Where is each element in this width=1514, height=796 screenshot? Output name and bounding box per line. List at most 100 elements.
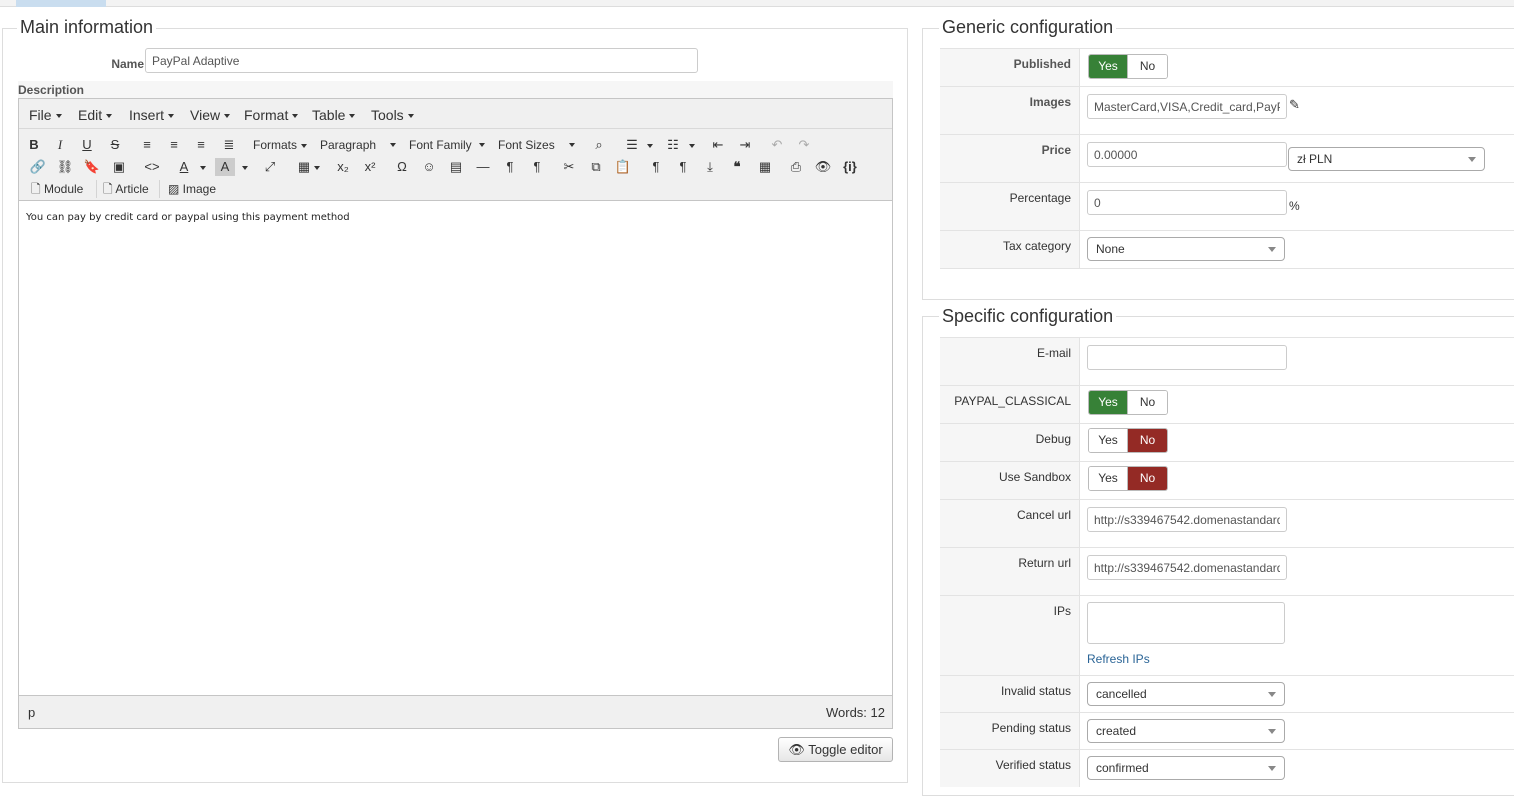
copy-icon[interactable]: ⧉: [586, 158, 606, 176]
background-color-icon[interactable]: A: [215, 158, 235, 176]
print-icon[interactable]: ⎙: [786, 158, 806, 176]
menu-file[interactable]: File: [29, 107, 62, 123]
menu-view[interactable]: View: [190, 107, 231, 123]
cancel-url-input[interactable]: [1087, 507, 1287, 532]
pending-status-select[interactable]: created: [1087, 719, 1285, 743]
use-sandbox-row: Use Sandbox Yes No: [940, 462, 1514, 500]
paypal-classical-toggle[interactable]: Yes No: [1088, 390, 1168, 415]
bullet-list-chevron-down-icon[interactable]: [646, 136, 654, 154]
insert-image-icon[interactable]: ▣: [109, 158, 129, 176]
align-center-icon[interactable]: ≡: [164, 136, 184, 154]
editor-content-area[interactable]: You can pay by credit card or paypal usi…: [19, 200, 892, 696]
currency-select[interactable]: zł PLN: [1288, 147, 1485, 171]
cut-icon[interactable]: ✂: [559, 158, 579, 176]
paypal-classical-no[interactable]: No: [1128, 391, 1167, 414]
ips-row: IPs Refresh IPs: [940, 596, 1514, 676]
module-button[interactable]: 🗋 Module: [31, 180, 83, 198]
menu-format[interactable]: Format: [244, 107, 299, 123]
find-replace-icon[interactable]: ⌕: [589, 136, 609, 154]
bullet-list-icon[interactable]: ☰: [622, 136, 642, 154]
verified-status-select[interactable]: confirmed: [1087, 756, 1285, 780]
insert-link-icon[interactable]: 🔗: [28, 158, 48, 176]
published-no[interactable]: No: [1128, 55, 1167, 78]
debug-no[interactable]: No: [1128, 429, 1167, 452]
menu-edit[interactable]: Edit: [78, 107, 113, 123]
element-path[interactable]: p: [28, 705, 35, 720]
debug-toggle[interactable]: Yes No: [1088, 428, 1168, 453]
percentage-input[interactable]: [1087, 190, 1287, 215]
emoticons-icon[interactable]: ☺: [419, 158, 439, 176]
special-character-icon[interactable]: Ω: [392, 158, 412, 176]
visual-aid-icon[interactable]: ▦: [755, 158, 775, 176]
background-color-chevron-down-icon[interactable]: [241, 158, 249, 176]
use-sandbox-yes[interactable]: Yes: [1089, 467, 1128, 490]
ltr-icon[interactable]: ¶: [500, 158, 520, 176]
published-yes[interactable]: Yes: [1089, 55, 1128, 78]
published-toggle[interactable]: Yes No: [1088, 54, 1168, 79]
email-input[interactable]: [1087, 345, 1287, 370]
font-family-dropdown[interactable]: Font Family: [409, 136, 485, 154]
source-code-icon[interactable]: <>: [142, 158, 162, 176]
paragraph-dropdown[interactable]: Paragraph: [320, 136, 396, 154]
align-left-icon[interactable]: ≡: [137, 136, 157, 154]
underline-icon[interactable]: U: [77, 136, 97, 154]
generic-configuration-legend: Generic configuration: [939, 17, 1117, 37]
undo-icon[interactable]: ↶: [767, 136, 787, 154]
active-tab[interactable]: [16, 0, 106, 7]
paragraph-mark-icon[interactable]: ¶: [646, 158, 666, 176]
debug-yes[interactable]: Yes: [1089, 429, 1128, 452]
align-right-icon[interactable]: ≡: [191, 136, 211, 154]
percentage-label: Percentage: [1009, 191, 1071, 205]
superscript-icon[interactable]: x²: [360, 158, 380, 176]
menu-insert[interactable]: Insert: [129, 107, 175, 123]
preview-icon[interactable]: 👁: [813, 158, 833, 176]
images-row: Images ✎: [940, 87, 1514, 135]
paypal-classical-label: PAYPAL_CLASSICAL: [954, 394, 1071, 408]
font-sizes-dropdown[interactable]: Font Sizes: [498, 136, 575, 154]
unlink-icon[interactable]: ⛓: [55, 158, 75, 176]
subscript-icon[interactable]: x₂: [333, 158, 353, 176]
table-chevron-down-icon[interactable]: [313, 158, 321, 176]
text-color-chevron-down-icon[interactable]: [199, 158, 207, 176]
ips-textarea[interactable]: [1087, 602, 1285, 644]
name-input[interactable]: [145, 48, 698, 73]
media-icon[interactable]: ▤: [446, 158, 466, 176]
menu-tools[interactable]: Tools: [371, 107, 414, 123]
outdent-icon[interactable]: ⇤: [708, 136, 728, 154]
formats-dropdown[interactable]: Formats: [253, 136, 308, 154]
paypal-classical-yes[interactable]: Yes: [1089, 391, 1128, 414]
fullscreen-icon[interactable]: ⤢: [260, 158, 280, 176]
toggle-editor-button[interactable]: 👁 Toggle editor: [778, 737, 893, 762]
menu-table[interactable]: Table: [312, 107, 356, 123]
strikethrough-icon[interactable]: S: [105, 136, 125, 154]
images-input[interactable]: [1087, 94, 1287, 119]
use-sandbox-no[interactable]: No: [1128, 467, 1167, 490]
code-sample-icon[interactable]: {i}: [840, 158, 860, 176]
invalid-status-select[interactable]: cancelled: [1087, 682, 1285, 706]
numbered-list-icon[interactable]: ☷: [663, 136, 683, 154]
align-justify-icon[interactable]: ≣: [219, 136, 239, 154]
bookmark-icon[interactable]: 🔖: [82, 158, 102, 176]
blockquote-icon[interactable]: ❝: [727, 158, 747, 176]
image-button[interactable]: ▨ Image: [168, 180, 216, 198]
use-sandbox-toggle[interactable]: Yes No: [1088, 466, 1168, 491]
numbered-list-chevron-down-icon[interactable]: [688, 136, 696, 154]
tax-category-select[interactable]: None: [1087, 237, 1285, 261]
article-button[interactable]: 🗋 Article: [103, 180, 149, 198]
table-icon[interactable]: ▦: [294, 158, 314, 176]
show-blocks-icon[interactable]: ¶: [673, 158, 693, 176]
pending-status-row: Pending status created: [940, 713, 1514, 750]
indent-icon[interactable]: ⇥: [735, 136, 755, 154]
paste-icon[interactable]: 📋: [613, 158, 633, 176]
rtl-icon[interactable]: ¶: [527, 158, 547, 176]
horizontal-rule-icon[interactable]: —: [473, 158, 493, 176]
insert-template-icon[interactable]: ⤓: [700, 158, 720, 176]
refresh-ips-link[interactable]: Refresh IPs: [1087, 652, 1150, 666]
return-url-input[interactable]: [1087, 555, 1287, 580]
redo-icon[interactable]: ↷: [794, 136, 814, 154]
text-color-icon[interactable]: A: [174, 158, 194, 176]
price-input[interactable]: [1087, 142, 1287, 167]
pencil-icon[interactable]: ✎: [1289, 97, 1300, 113]
bold-icon[interactable]: B: [24, 136, 44, 154]
italic-icon[interactable]: I: [50, 136, 70, 154]
